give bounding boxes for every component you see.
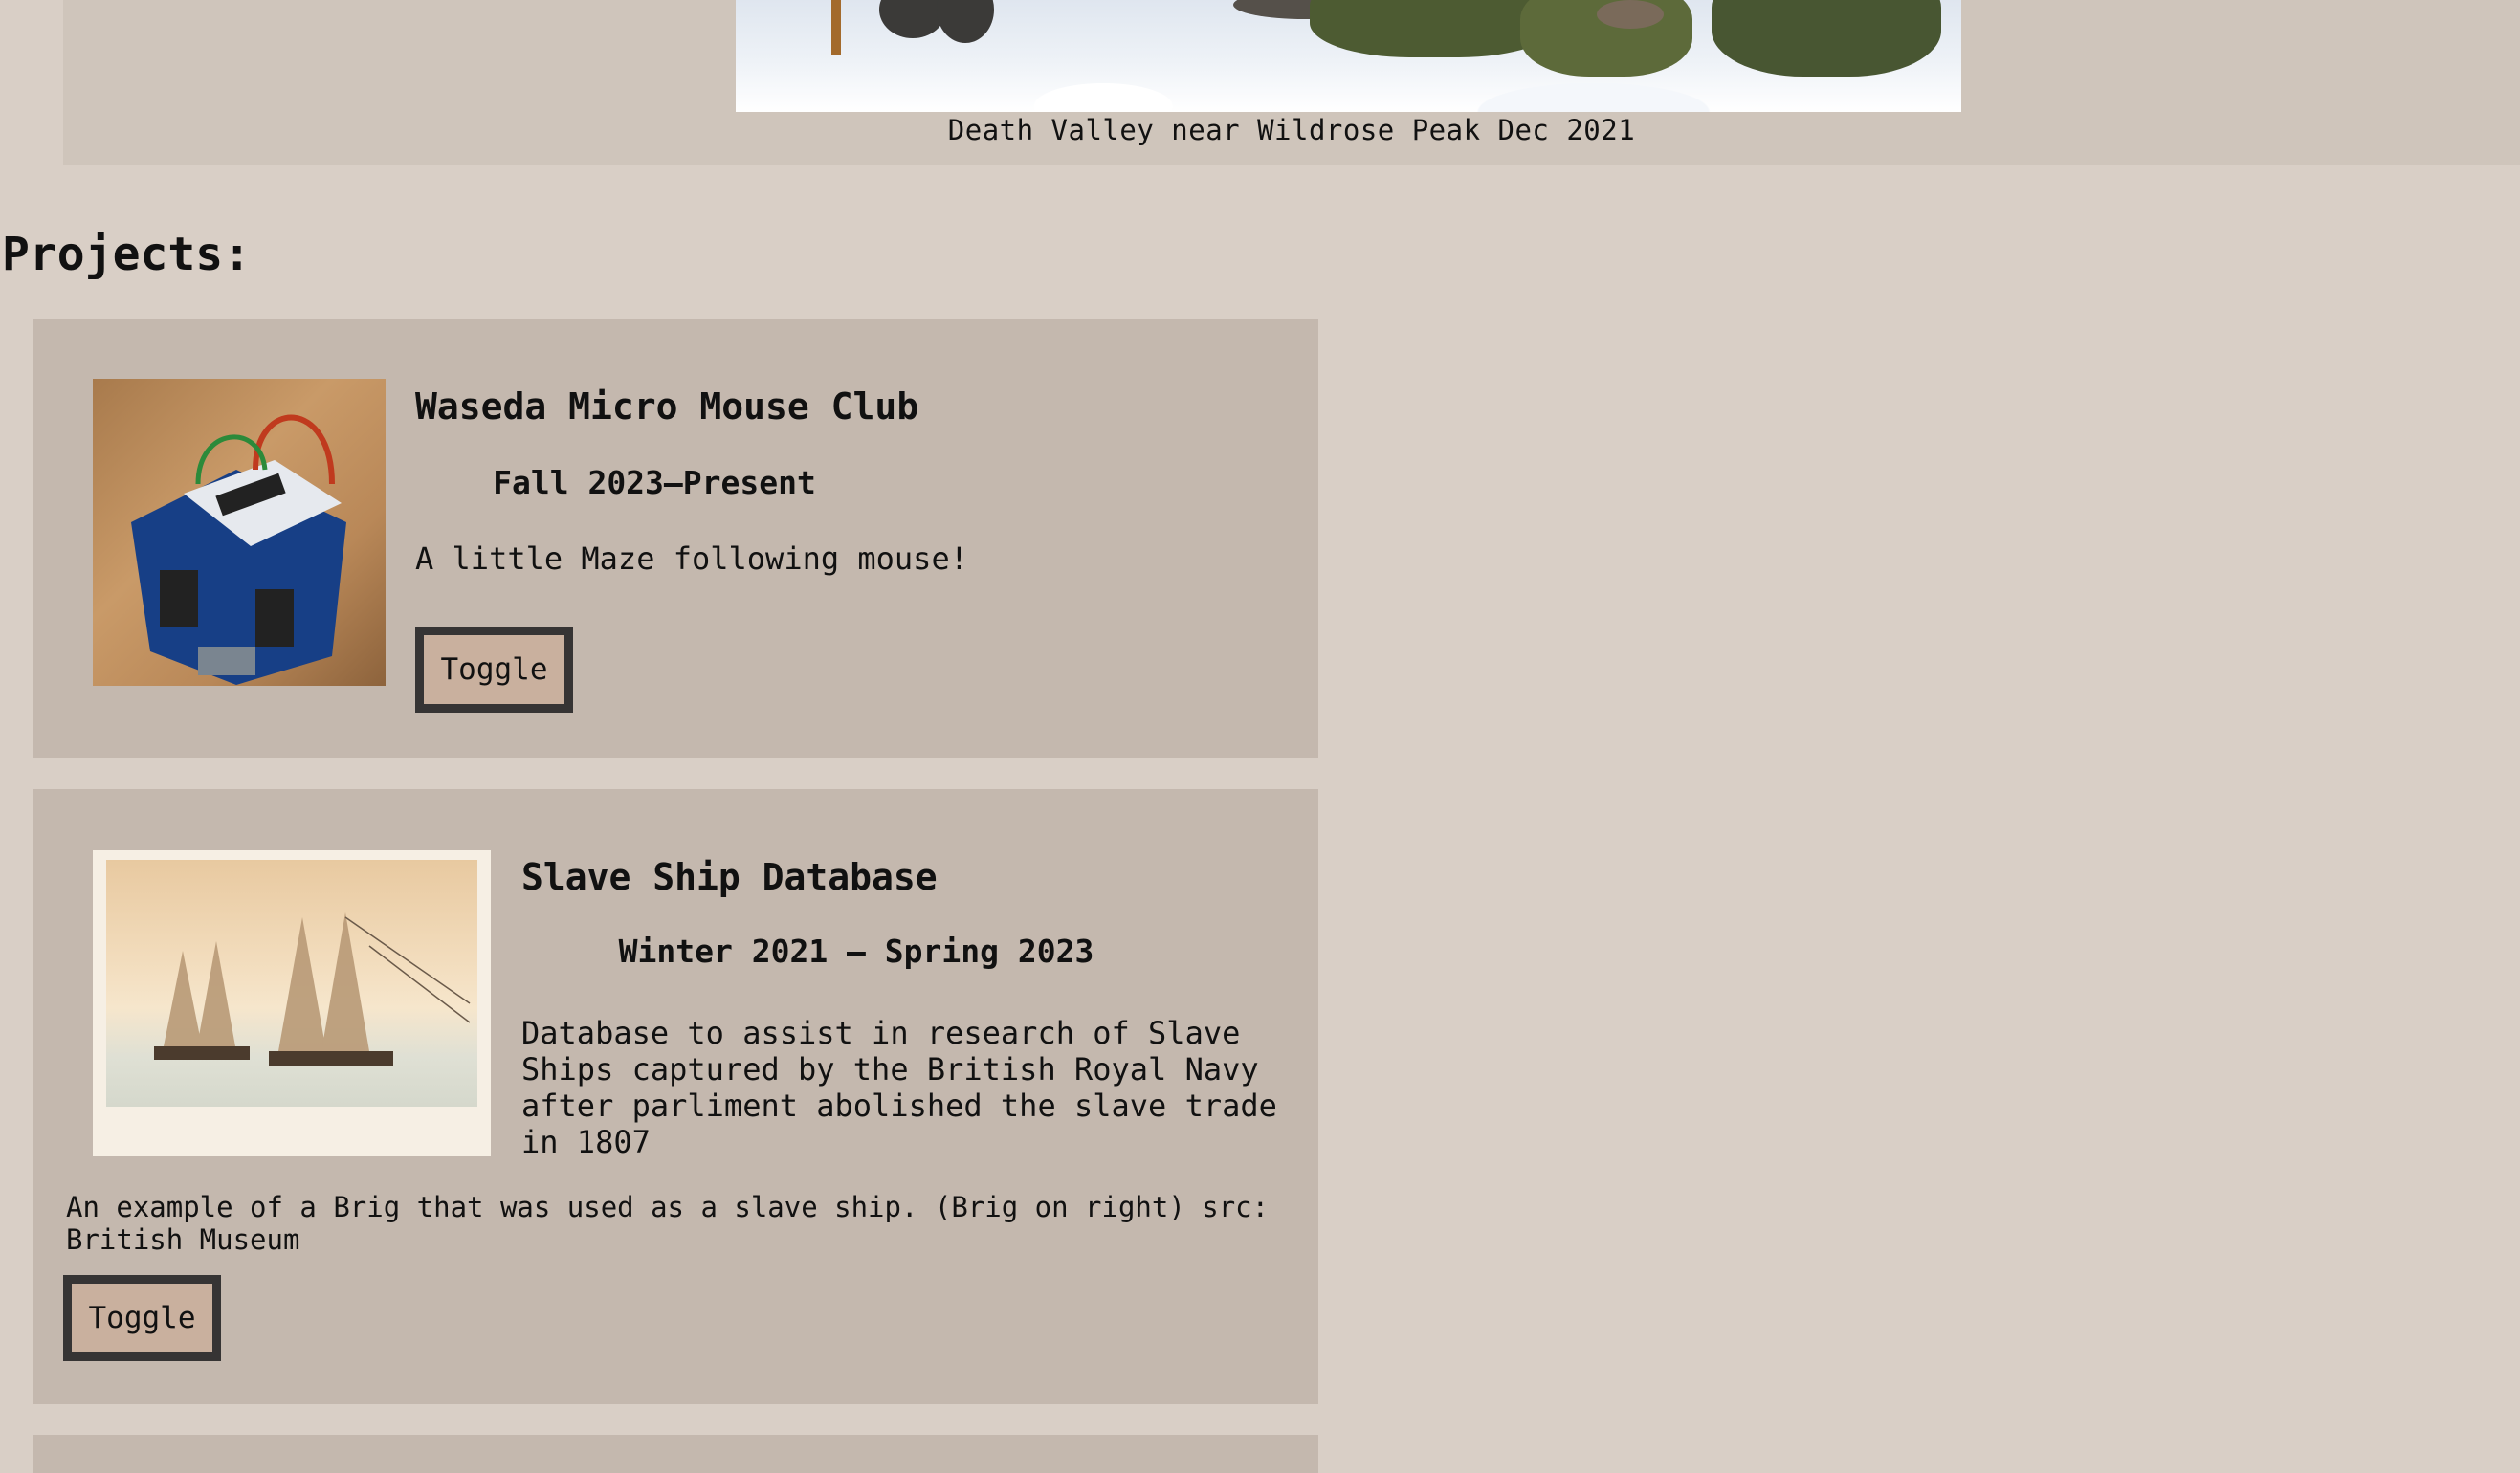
hero-photo — [736, 0, 1961, 112]
description-line: Database to assist in research of Slave — [521, 1015, 1241, 1051]
micro-mouse-robot-image — [93, 379, 386, 686]
trail-marker-post — [831, 0, 841, 55]
brig-painting-image — [93, 850, 491, 1156]
image-caption-line: British Museum — [66, 1223, 300, 1256]
project-description: Database to assist in research of Slave … — [521, 1015, 1287, 1160]
description-line: in 1807 — [521, 1124, 651, 1160]
project-description: A little Maze following mouse! — [415, 540, 968, 577]
project-title: Slave Ship Database — [521, 856, 938, 898]
toggle-button[interactable]: Toggle — [63, 1275, 221, 1361]
micro-mouse-robot-illustration — [131, 414, 346, 685]
hero-photo-panel: Death Valley near Wildrose Peak Dec 2021 — [63, 0, 2520, 165]
toggle-button[interactable]: Toggle — [415, 627, 573, 713]
rock — [1597, 0, 1664, 29]
rock — [937, 0, 994, 43]
robot-wheel — [255, 589, 294, 647]
shrub — [1712, 0, 1941, 77]
project-card-partial — [33, 1435, 1318, 1473]
projects-heading: Projects: — [2, 228, 252, 281]
ships-illustration — [154, 912, 471, 1066]
image-caption: An example of a Brig that was used as a … — [66, 1191, 1281, 1256]
project-dates: Fall 2023–Present — [493, 464, 816, 501]
robot-wheel — [160, 570, 198, 627]
description-line: after parliment abolished the slave trad… — [521, 1088, 1277, 1124]
project-title: Waseda Micro Mouse Club — [415, 385, 919, 428]
hero-photo-caption: Death Valley near Wildrose Peak Dec 2021 — [947, 114, 1636, 146]
painting-plate — [106, 860, 477, 1107]
image-caption-line: An example of a Brig that was used as a … — [66, 1191, 1270, 1223]
robot-tail — [198, 647, 255, 675]
project-dates: Winter 2021 – Spring 2023 — [618, 933, 1094, 970]
project-card-slave-ship-database: Slave Ship Database Winter 2021 – Spring… — [33, 789, 1318, 1404]
description-line: Ships captured by the British Royal Navy — [521, 1051, 1259, 1088]
project-card-micro-mouse: Waseda Micro Mouse Club Fall 2023–Presen… — [33, 319, 1318, 758]
